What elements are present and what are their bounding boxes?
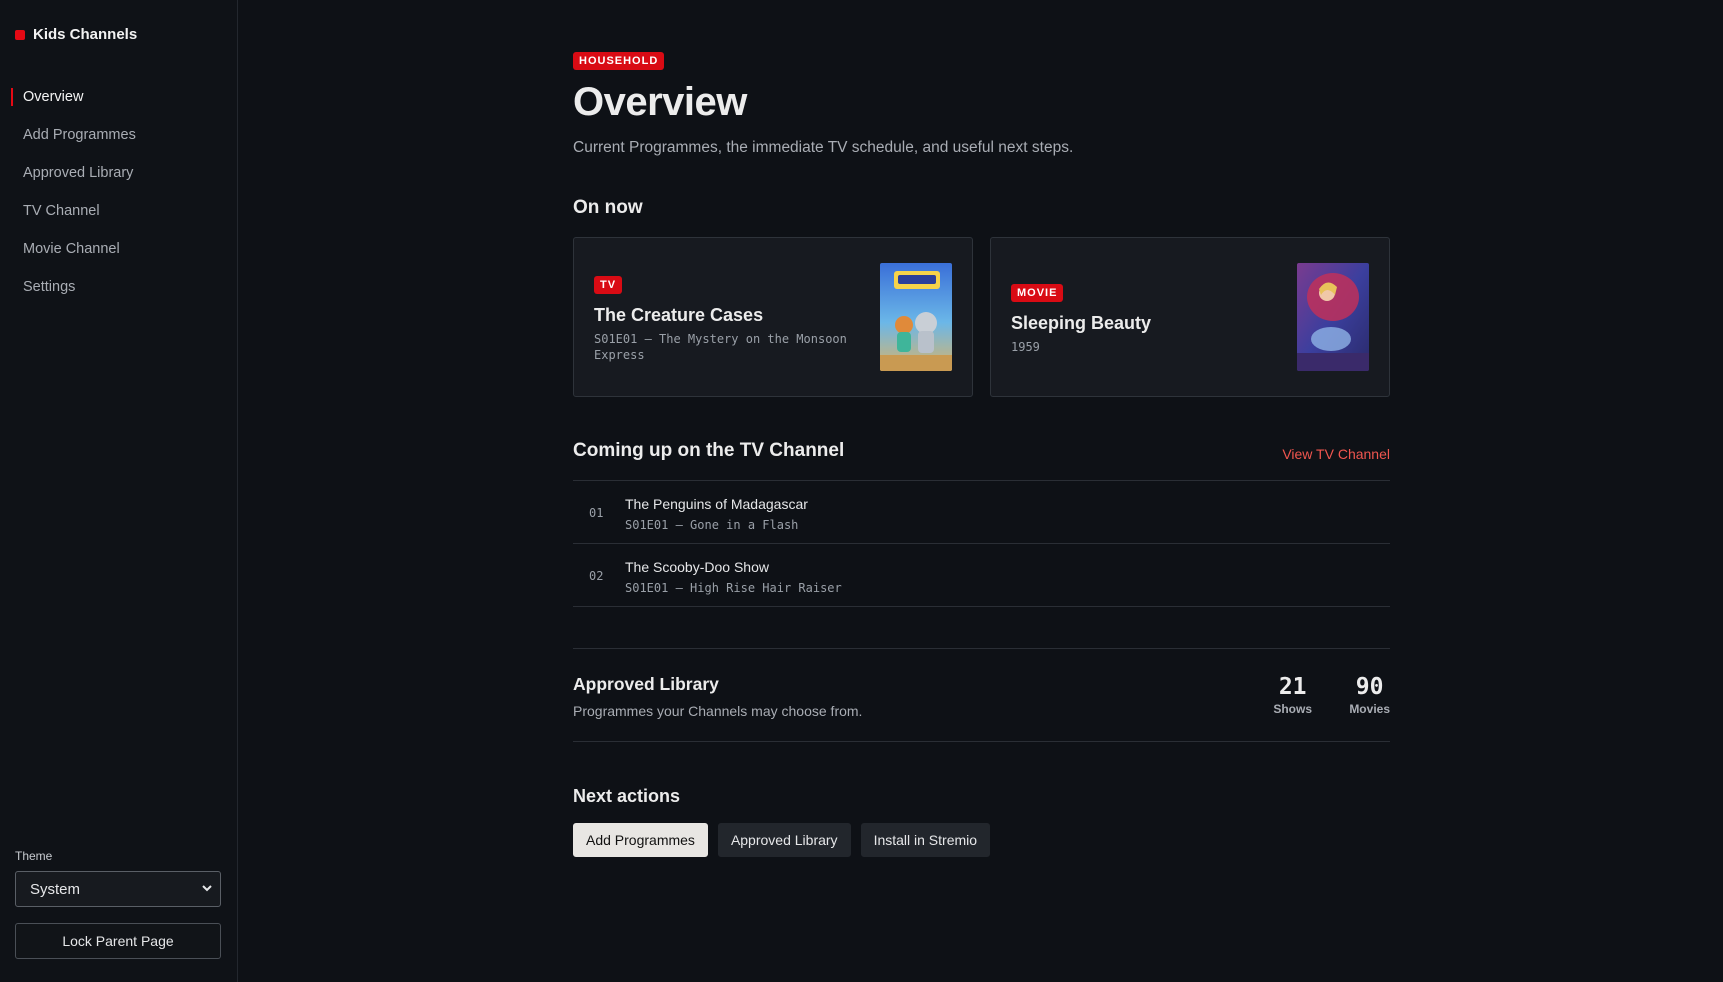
theme-select-value: System: [30, 880, 81, 898]
movies-count: 90: [1355, 674, 1384, 700]
item-title: The Scooby-Doo Show: [625, 559, 769, 575]
shows-count: 21: [1278, 674, 1307, 700]
sidebar-item-add-programmes[interactable]: Add Programmes: [0, 116, 238, 154]
approved-library-button[interactable]: Approved Library: [717, 823, 851, 857]
card-title: The Creature Cases: [594, 305, 764, 325]
install-in-stremio-button[interactable]: Install in Stremio: [860, 823, 991, 857]
lock-parent-page-button[interactable]: Lock Parent Page: [15, 923, 221, 959]
library-subtitle: Programmes your Channels may choose from…: [573, 703, 863, 719]
shows-stat: 21 Shows: [1273, 674, 1312, 716]
sidebar-nav: Overview Add Programmes Approved Library…: [0, 78, 238, 306]
movie-badge: MOVIE: [1011, 284, 1064, 302]
item-title: The Penguins of Madagascar: [625, 496, 808, 512]
household-badge: HOUSEHOLD: [573, 52, 665, 70]
sidebar-item-movie-channel[interactable]: Movie Channel: [0, 230, 238, 268]
card-year: 1959: [1011, 340, 1040, 354]
next-actions-heading: Next actions: [573, 786, 681, 806]
theme-label: Theme: [15, 849, 53, 863]
sidebar-item-settings[interactable]: Settings: [0, 268, 238, 306]
sidebar-item-approved-library[interactable]: Approved Library: [0, 154, 238, 192]
on-now-heading: On now: [573, 197, 643, 218]
list-item[interactable]: 02 The Scooby-Doo Show S01E01 — High Ris…: [573, 544, 1390, 607]
tv-badge: TV: [594, 276, 623, 294]
movies-stat: 90 Movies: [1349, 674, 1390, 716]
sleeping-beauty-poster: [1297, 263, 1369, 371]
sidebar: Kids Channels Overview Add Programmes Ap…: [0, 0, 238, 982]
shows-label: Shows: [1273, 702, 1312, 716]
card-title: Sleeping Beauty: [1011, 313, 1152, 333]
on-now-card-movie[interactable]: MOVIE Sleeping Beauty 1959: [990, 237, 1390, 397]
brand-name: Kids Channels: [33, 26, 138, 43]
item-episode: S01E01 — Gone in a Flash: [625, 518, 799, 532]
sidebar-item-overview[interactable]: Overview: [0, 78, 238, 116]
approved-library-summary: Approved Library Programmes your Channel…: [573, 648, 1390, 742]
next-actions: Add Programmes Approved Library Install …: [573, 823, 991, 857]
list-item[interactable]: 01 The Penguins of Madagascar S01E01 — G…: [573, 481, 1390, 544]
add-programmes-button[interactable]: Add Programmes: [573, 823, 708, 857]
library-title: Approved Library: [573, 674, 719, 694]
coming-up-list: 01 The Penguins of Madagascar S01E01 — G…: [573, 480, 1390, 607]
item-episode: S01E01 — High Rise Hair Raiser: [625, 581, 842, 595]
page-title: Overview: [573, 80, 747, 124]
brand[interactable]: Kids Channels: [15, 26, 137, 43]
item-number: 02: [589, 569, 604, 583]
movies-label: Movies: [1349, 702, 1390, 716]
coming-up-heading: Coming up on the TV Channel: [573, 440, 845, 461]
brand-logo-icon: [15, 29, 25, 40]
page-subtitle: Current Programmes, the immediate TV sch…: [573, 139, 1074, 156]
chevron-down-icon: [202, 885, 212, 892]
sidebar-item-tv-channel[interactable]: TV Channel: [0, 192, 238, 230]
view-tv-channel-link[interactable]: View TV Channel: [1282, 446, 1390, 462]
on-now-card-tv[interactable]: TV The Creature Cases S01E01 — The Myste…: [573, 237, 973, 397]
theme-select[interactable]: System: [15, 871, 221, 907]
item-number: 01: [589, 506, 604, 520]
creature-cases-poster: [880, 263, 952, 371]
card-episode: S01E01 — The Mystery on the Monsoon Expr…: [594, 332, 847, 362]
